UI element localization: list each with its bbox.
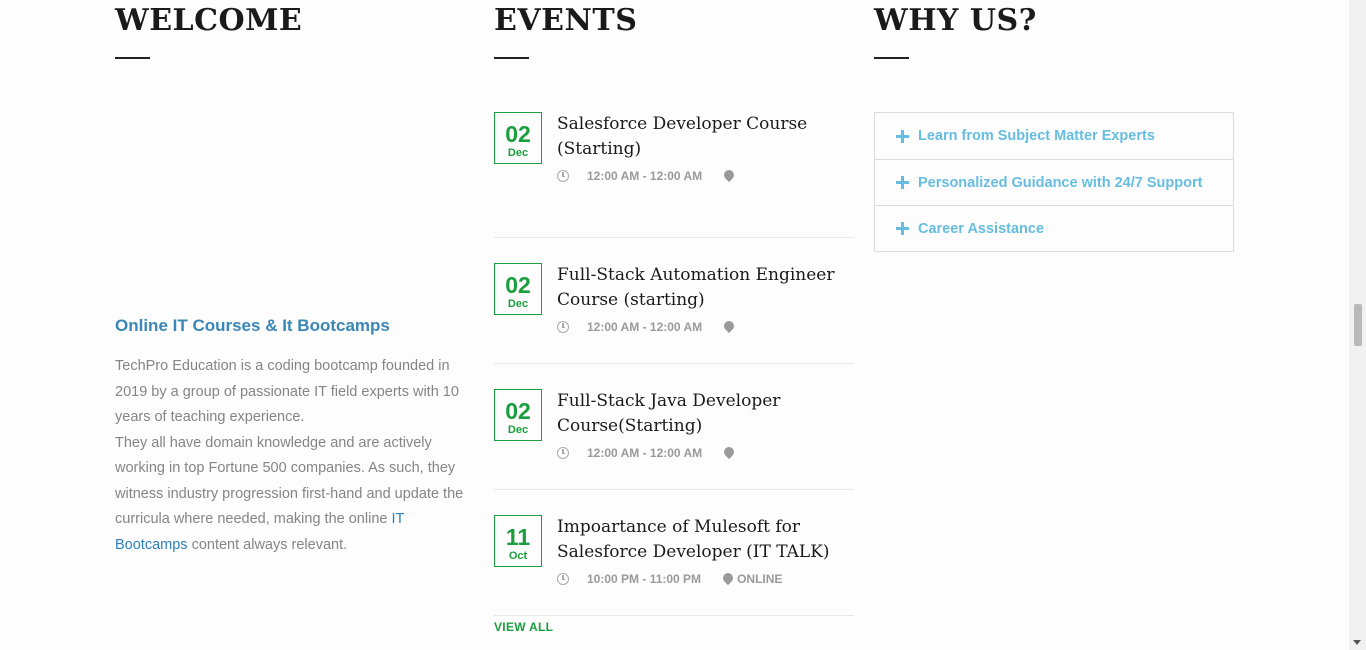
why-us-accordion: Learn from Subject Matter Experts Person…: [874, 112, 1234, 252]
welcome-body-part2: They all have domain knowledge and are a…: [115, 434, 464, 528]
map-pin-icon: [722, 167, 737, 183]
event-item: 02 Dec Salesforce Developer Course (Star…: [494, 112, 854, 238]
why-us-heading: WHY US?: [874, 3, 1037, 38]
event-item: 11 Oct Impoartance of Mulesoft for Sales…: [494, 490, 854, 616]
event-date-badge: 02 Dec: [494, 389, 542, 441]
clock-icon: [557, 321, 569, 333]
event-time: 12:00 AM - 12:00 AM: [587, 320, 703, 334]
event-meta: 12:00 AM - 12:00 AM: [557, 318, 738, 334]
accordion-item-label: Learn from Subject Matter Experts: [918, 128, 1155, 144]
event-day: 11: [505, 524, 531, 550]
map-pin-icon: [722, 318, 737, 334]
view-all-events-link[interactable]: VIEW ALL: [494, 620, 553, 634]
event-location: ONLINE: [737, 572, 783, 586]
events-divider: [494, 57, 529, 59]
accordion-item-subject-experts[interactable]: Learn from Subject Matter Experts: [875, 113, 1233, 159]
accordion-item-career-assistance[interactable]: Career Assistance: [875, 205, 1233, 251]
welcome-divider: [115, 57, 150, 59]
clock-icon: [557, 447, 569, 459]
event-month: Dec: [507, 147, 529, 159]
plus-icon: [896, 129, 909, 143]
event-date-badge: 11 Oct: [494, 515, 542, 567]
event-title-link[interactable]: Full-Stack Automation Engineer Course (s…: [557, 263, 847, 313]
scrollbar-thumb[interactable]: [1354, 304, 1362, 346]
welcome-body-part1: TechPro Education is a coding bootcamp f…: [115, 358, 459, 425]
event-day: 02: [505, 272, 531, 298]
clock-icon: [557, 573, 569, 585]
map-pin-icon: [720, 570, 736, 586]
event-time: 12:00 AM - 12:00 AM: [587, 446, 703, 460]
vertical-scrollbar[interactable]: [1349, 0, 1366, 650]
clock-icon: [557, 170, 569, 182]
why-us-section: WHY US? Learn from Subject Matter Expert…: [874, 0, 1234, 252]
events-section: EVENTS 02 Dec Salesforce Developer Cours…: [494, 0, 854, 634]
event-meta: 10:00 PM - 11:00 PM ONLINE: [557, 570, 783, 586]
event-title-link[interactable]: Full-Stack Java Developer Course(Startin…: [557, 389, 847, 439]
accordion-item-personalized-guidance[interactable]: Personalized Guidance with 24/7 Support: [875, 159, 1233, 205]
welcome-body-part3: content always relevant.: [191, 536, 348, 553]
event-item: 02 Dec Full-Stack Automation Engineer Co…: [494, 238, 854, 364]
event-date-badge: 02 Dec: [494, 112, 542, 164]
event-time: 12:00 AM - 12:00 AM: [587, 169, 703, 183]
plus-icon: [896, 176, 909, 189]
map-pin-icon: [722, 444, 737, 460]
event-date-badge: 02 Dec: [494, 263, 542, 315]
event-month: Dec: [507, 298, 529, 310]
welcome-subheading: Online IT Courses & It Bootcamps: [115, 316, 390, 335]
event-month: Dec: [507, 424, 529, 436]
event-meta: 12:00 AM - 12:00 AM: [557, 444, 738, 460]
events-heading: EVENTS: [494, 3, 638, 38]
scroll-down-arrow-icon[interactable]: [1353, 640, 1361, 645]
event-day: 02: [505, 121, 531, 147]
event-item: 02 Dec Full-Stack Java Developer Course(…: [494, 364, 854, 490]
why-us-divider: [874, 57, 909, 59]
accordion-item-label: Career Assistance: [918, 220, 1045, 237]
accordion-item-label: Personalized Guidance with 24/7 Support: [918, 174, 1203, 191]
event-meta: 12:00 AM - 12:00 AM: [557, 167, 738, 183]
event-title-link[interactable]: Impoartance of Mulesoft for Salesforce D…: [557, 515, 847, 565]
welcome-description: TechPro Education is a coding bootcamp f…: [115, 354, 475, 558]
event-time: 10:00 PM - 11:00 PM: [587, 572, 702, 586]
event-month: Oct: [508, 550, 528, 562]
event-day: 02: [505, 398, 531, 424]
welcome-section: WELCOME Online IT Courses & It Bootcamps…: [115, 0, 473, 553]
events-list: 02 Dec Salesforce Developer Course (Star…: [494, 112, 854, 616]
welcome-heading: WELCOME: [115, 3, 303, 38]
event-title-link[interactable]: Salesforce Developer Course (Starting): [557, 112, 847, 162]
plus-icon: [896, 222, 909, 235]
